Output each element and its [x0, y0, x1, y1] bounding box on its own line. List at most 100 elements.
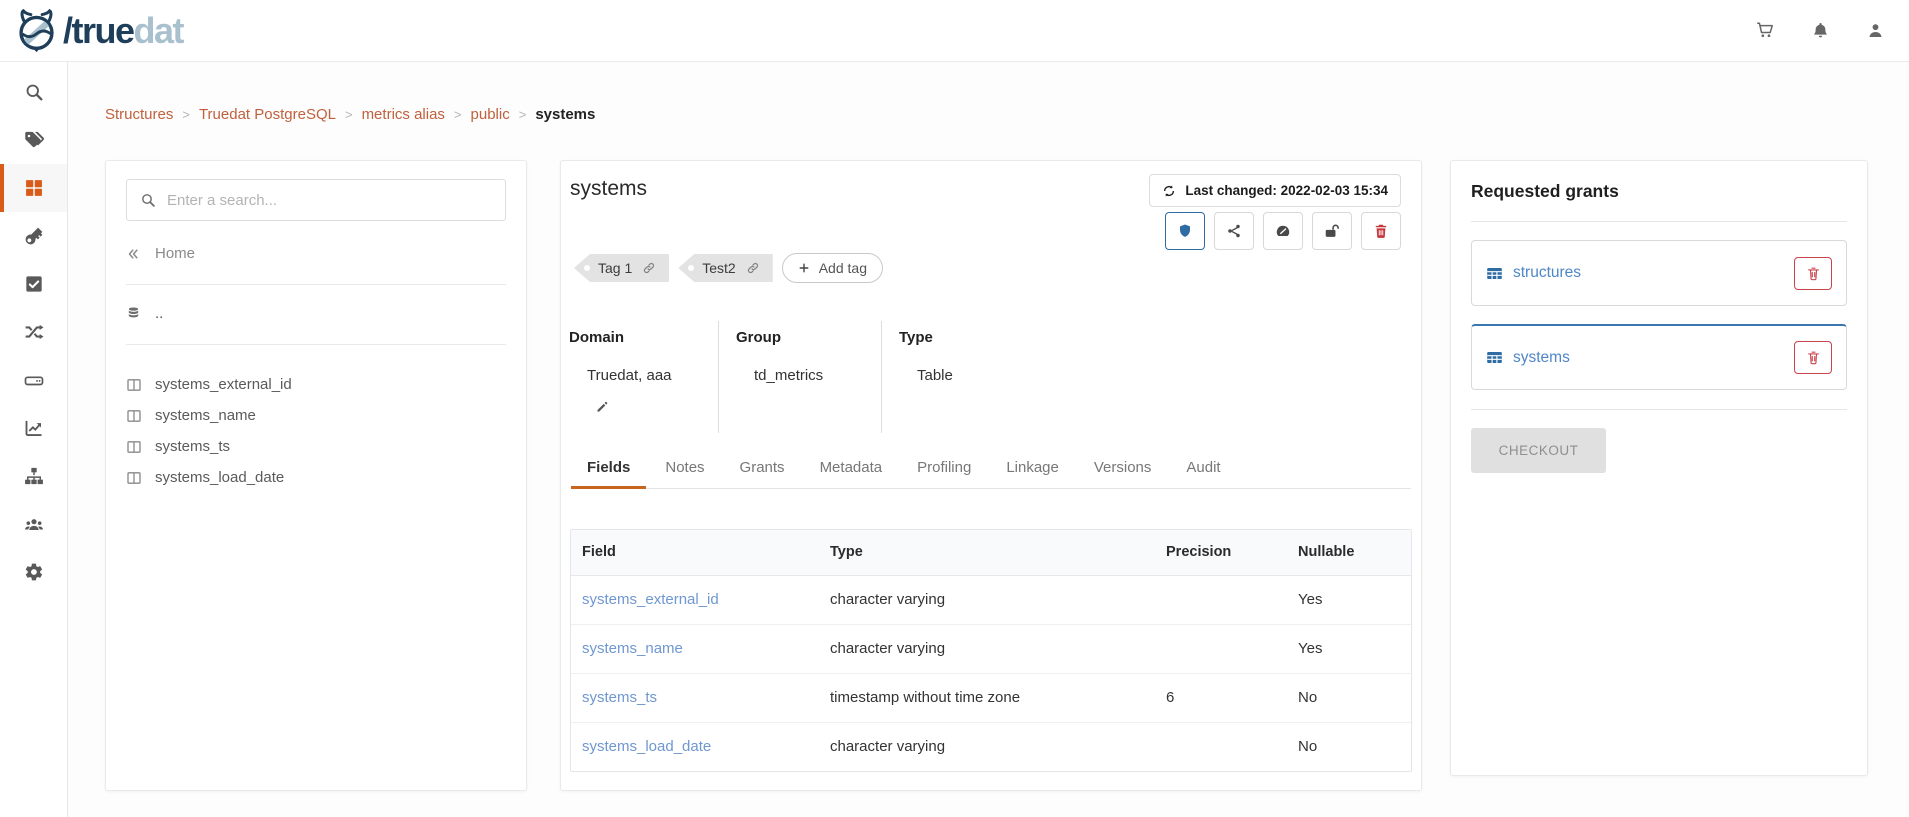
add-tag-button[interactable]: Add tag [782, 253, 883, 283]
sidebar-item-lineage[interactable] [0, 308, 67, 356]
tag-chip: Tag 1 [574, 254, 669, 282]
structure-explorer-panel: Home .. systems_external_id systems_name… [105, 160, 527, 791]
angles-left-icon [126, 247, 140, 261]
tab-profiling[interactable]: Profiling [901, 450, 987, 489]
remove-grant-button[interactable] [1794, 341, 1832, 374]
field-link[interactable]: systems_name [582, 640, 683, 657]
sidebar-item-settings[interactable] [0, 548, 67, 596]
column-list-item[interactable]: systems_load_date [126, 462, 506, 493]
columns-icon [126, 439, 142, 455]
sidebar-item-systems[interactable] [0, 356, 67, 404]
user-icon[interactable] [1866, 21, 1885, 40]
remove-grant-button[interactable] [1794, 257, 1832, 290]
sidebar-item-tags[interactable] [0, 116, 67, 164]
bell-icon[interactable] [1811, 21, 1830, 40]
sidebar-item-structures[interactable] [0, 164, 67, 212]
field-nullable: Yes [1287, 575, 1411, 624]
field-link[interactable]: systems_external_id [582, 591, 719, 608]
grid-icon [24, 178, 44, 198]
breadcrumb-link-schema[interactable]: public [471, 106, 510, 123]
type-label: Type [899, 329, 1101, 346]
checkout-button[interactable]: CHECKOUT [1471, 428, 1606, 473]
edit-domain-pencil-icon[interactable] [595, 399, 610, 414]
database-icon [126, 306, 141, 321]
action-button-row [1165, 212, 1401, 250]
header-precision: Precision [1155, 530, 1287, 575]
sidebar-item-quality[interactable] [0, 260, 67, 308]
link-icon[interactable] [746, 261, 760, 275]
delete-button[interactable] [1361, 212, 1401, 250]
trash-icon [1806, 266, 1821, 281]
grant-name: structures [1513, 264, 1581, 282]
field-precision: 6 [1155, 673, 1287, 722]
last-changed-button[interactable]: Last changed: 2022-02-03 15:34 [1149, 174, 1401, 207]
search-input[interactable] [167, 192, 492, 209]
sidebar-item-users[interactable] [0, 500, 67, 548]
column-name: systems_load_date [155, 469, 284, 486]
domain-value: Truedat, aaa [587, 367, 718, 384]
field-precision [1155, 722, 1287, 771]
home-label: Home [155, 245, 195, 262]
grant-name: systems [1513, 349, 1570, 367]
tab-grants[interactable]: Grants [724, 450, 801, 489]
grant-card: systems [1471, 324, 1847, 390]
header-nullable: Nullable [1287, 530, 1411, 575]
column-list-item[interactable]: systems_name [126, 400, 506, 431]
field-precision [1155, 575, 1287, 624]
divider [1471, 409, 1847, 410]
tab-linkage[interactable]: Linkage [990, 450, 1075, 489]
users-icon [24, 514, 44, 534]
column-list-item[interactable]: systems_ts [126, 431, 506, 462]
tab-fields[interactable]: Fields [571, 450, 646, 489]
group-value: td_metrics [754, 367, 881, 384]
breadcrumb-link-system[interactable]: Truedat PostgreSQL [199, 106, 336, 123]
home-link[interactable]: Home [126, 245, 506, 262]
truedat-logo[interactable]: /truedat [13, 8, 183, 54]
profile-execute-button[interactable] [1263, 212, 1303, 250]
column-name: systems_ts [155, 438, 230, 455]
sidebar-rail [0, 62, 68, 817]
divider [126, 344, 506, 345]
sidebar-item-search[interactable] [0, 68, 67, 116]
grant-link[interactable]: structures [1486, 264, 1581, 282]
detail-attributes: Domain Truedat, aaa Group td_metrics Typ… [569, 321, 1101, 433]
add-tag-label: Add tag [819, 260, 867, 276]
chart-line-icon [24, 418, 44, 438]
column-list-item[interactable]: systems_external_id [126, 369, 506, 400]
grant-link[interactable]: systems [1486, 349, 1570, 367]
tab-metadata[interactable]: Metadata [804, 450, 899, 489]
cart-icon[interactable] [1756, 21, 1775, 40]
breadcrumb-link-database[interactable]: metrics alias [362, 106, 445, 123]
requested-grants-title: Requested grants [1471, 181, 1847, 202]
grant-card: structures [1471, 240, 1847, 306]
trash-icon [1806, 350, 1821, 365]
tab-versions[interactable]: Versions [1078, 450, 1168, 489]
plus-icon [798, 262, 810, 274]
tag-label: Tag 1 [598, 260, 632, 276]
wordmark: /truedat [63, 13, 183, 49]
domain-label: Domain [569, 329, 718, 346]
tab-audit[interactable]: Audit [1170, 450, 1236, 489]
field-nullable: Yes [1287, 624, 1411, 673]
shuffle-icon [24, 322, 44, 342]
field-link[interactable]: systems_ts [582, 689, 657, 706]
link-icon[interactable] [642, 261, 656, 275]
tab-notes[interactable]: Notes [649, 450, 720, 489]
sidebar-item-permissions[interactable] [0, 212, 67, 260]
table-header-row: Field Type Precision Nullable [571, 530, 1411, 575]
grant-request-button[interactable] [1312, 212, 1352, 250]
sidebar-item-taxonomy[interactable] [0, 452, 67, 500]
group-column: Group td_metrics [718, 321, 881, 433]
field-type: timestamp without time zone [819, 673, 1155, 722]
share-button[interactable] [1214, 212, 1254, 250]
table-icon [1486, 265, 1503, 282]
parent-node-link[interactable]: .. [126, 305, 506, 322]
detail-tabs: Fields Notes Grants Metadata Profiling L… [571, 450, 1411, 489]
sidebar-item-dashboards[interactable] [0, 404, 67, 452]
divider [1471, 221, 1847, 222]
protect-button[interactable] [1165, 212, 1205, 250]
table-row: systems_load_date character varying No [571, 722, 1411, 771]
breadcrumb-link-structures[interactable]: Structures [105, 106, 173, 123]
field-link[interactable]: systems_load_date [582, 738, 711, 755]
search-box [126, 179, 506, 221]
